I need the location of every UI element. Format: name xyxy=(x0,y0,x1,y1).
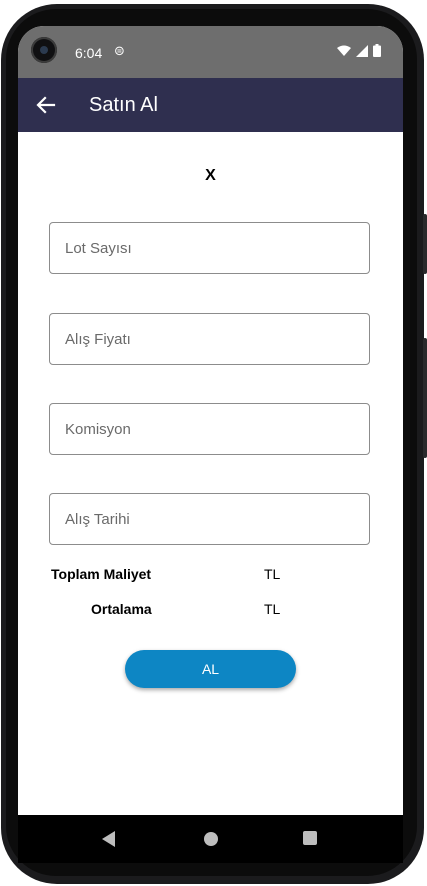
status-time: 6:04 xyxy=(75,45,103,61)
purchase-date-field[interactable] xyxy=(49,493,370,545)
close-x-label[interactable]: X xyxy=(18,167,403,185)
buy-button[interactable]: AL xyxy=(125,650,296,688)
total-cost-label: Toplam Maliyet xyxy=(51,566,152,582)
average-label: Ortalama xyxy=(91,601,152,617)
average-value: TL xyxy=(264,601,281,617)
sim-card-icon: ⊜ xyxy=(114,44,125,59)
status-icons xyxy=(337,44,381,57)
power-button xyxy=(423,338,427,458)
navigation-bar xyxy=(18,815,403,863)
volume-button xyxy=(423,214,427,274)
status-bar: 6:04 ⊜ xyxy=(18,26,403,78)
screen: 6:04 ⊜ Satın Al X Toplam Mali xyxy=(18,26,403,815)
lot-count-field[interactable] xyxy=(49,222,370,274)
arrow-back-icon[interactable] xyxy=(36,95,56,115)
commission-field[interactable] xyxy=(49,403,370,455)
wifi-icon xyxy=(337,45,351,56)
purchase-price-field[interactable] xyxy=(49,313,370,365)
nav-home-icon[interactable] xyxy=(204,832,218,846)
purchase-date-input[interactable] xyxy=(50,494,369,544)
front-camera-icon xyxy=(31,37,57,63)
phone-frame: 6:04 ⊜ Satın Al X Toplam Mali xyxy=(0,0,427,886)
purchase-price-input[interactable] xyxy=(50,314,369,364)
commission-input[interactable] xyxy=(50,404,369,454)
signal-icon xyxy=(356,44,368,57)
battery-icon xyxy=(373,44,381,57)
app-bar: Satın Al xyxy=(18,78,403,132)
nav-back-icon[interactable] xyxy=(102,831,115,847)
lot-count-input[interactable] xyxy=(50,223,369,273)
nav-recents-icon[interactable] xyxy=(303,831,317,845)
page-title: Satın Al xyxy=(89,94,158,116)
total-cost-value: TL xyxy=(264,566,281,582)
